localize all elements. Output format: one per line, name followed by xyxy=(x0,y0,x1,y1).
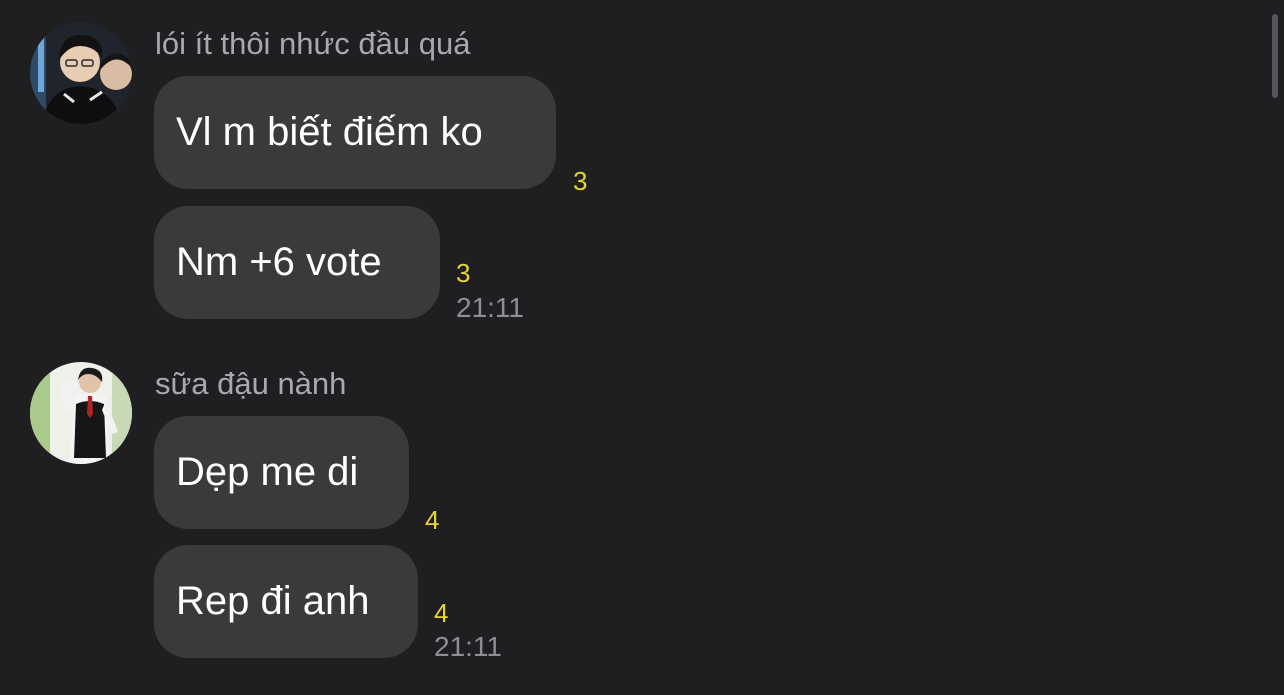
timestamp: 21:11 xyxy=(456,292,524,323)
sender-name: sữa đậu nành xyxy=(155,366,347,401)
avatar-image-1 xyxy=(30,22,132,124)
scrollbar[interactable] xyxy=(1272,14,1278,98)
message-text: Vl m biết điếm ko xyxy=(176,110,483,154)
reaction-count[interactable]: 3 xyxy=(456,258,470,289)
message-bubble[interactable]: Vl m biết điếm ko xyxy=(154,76,556,189)
reaction-count[interactable]: 4 xyxy=(425,505,439,536)
message-text: Dẹp me di xyxy=(176,450,359,494)
reaction-count[interactable]: 4 xyxy=(434,598,448,629)
message-bubble[interactable]: Rep đi anh xyxy=(154,545,418,658)
message-bubble[interactable]: Dẹp me di xyxy=(154,416,409,529)
avatar-image-2 xyxy=(30,362,132,464)
sender-name: lói ít thôi nhức đầu quá xyxy=(155,26,471,61)
chat-window: lói ít thôi nhức đầu quá Vl m biết điếm … xyxy=(0,0,1284,695)
reaction-count[interactable]: 3 xyxy=(573,166,587,197)
avatar-sender-1[interactable] xyxy=(30,22,132,124)
avatar-sender-2[interactable] xyxy=(30,362,132,464)
message-text: Rep đi anh xyxy=(176,579,370,623)
message-text: Nm +6 vote xyxy=(176,240,382,284)
timestamp: 21:11 xyxy=(434,631,502,662)
message-bubble[interactable]: Nm +6 vote xyxy=(154,206,440,319)
